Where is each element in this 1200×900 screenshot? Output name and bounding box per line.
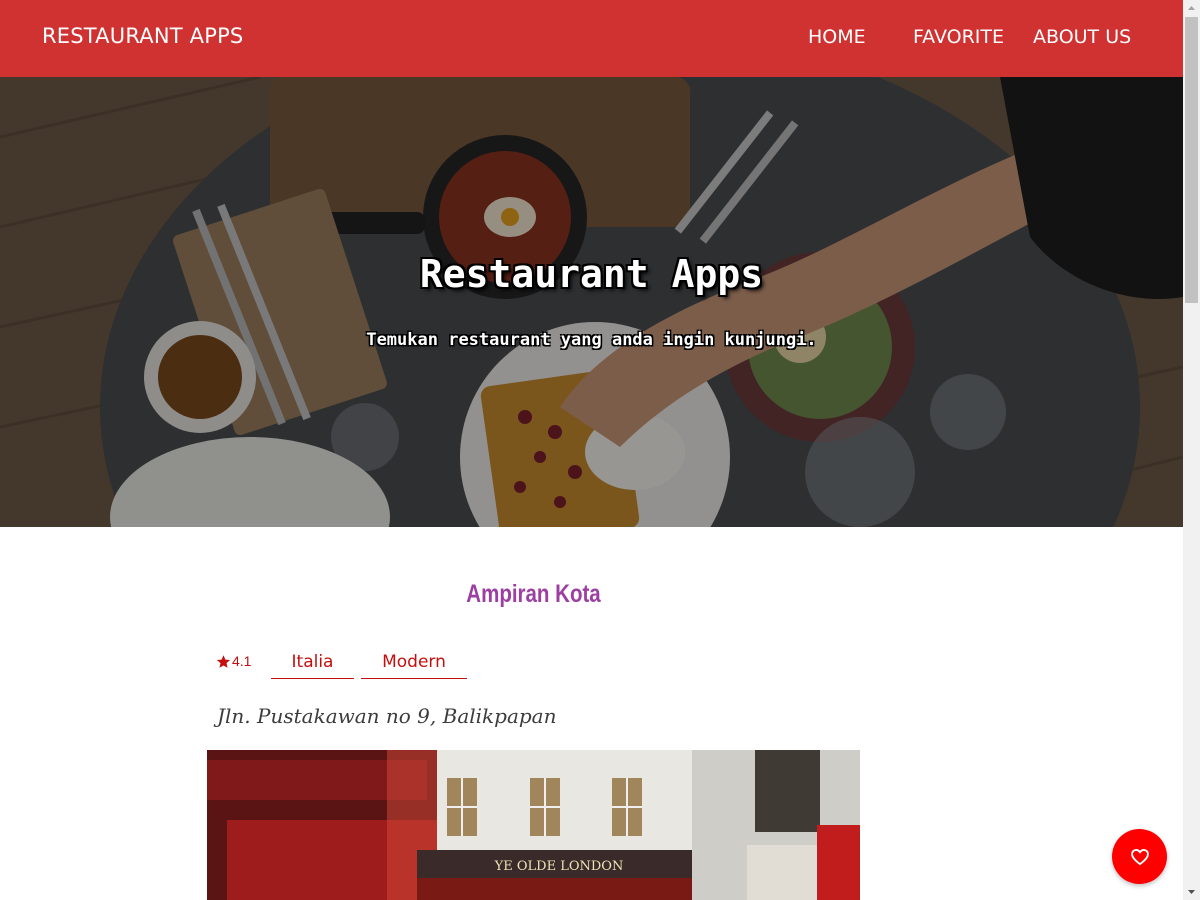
restaurant-address: Jln. Pustakawan no 9, Balikpapan bbox=[217, 704, 557, 728]
favorite-button[interactable] bbox=[1112, 829, 1167, 884]
restaurant-rating: 4.1 bbox=[216, 653, 251, 669]
hero-title: Restaurant Apps bbox=[419, 252, 764, 296]
scrollbar-thumb[interactable] bbox=[1185, 17, 1198, 303]
nav-link-favorite[interactable]: FAVORITE bbox=[913, 26, 1004, 48]
hero-banner: Restaurant Apps Temukan restaurant yang … bbox=[0, 77, 1183, 527]
nav-link-about-us[interactable]: ABOUT US bbox=[1033, 26, 1131, 48]
star-icon bbox=[216, 654, 231, 668]
nav-links: HOME FAVORITE ABOUT US bbox=[0, 26, 1183, 54]
scroll-down-arrow-icon[interactable] bbox=[1183, 883, 1200, 900]
restaurant-image: YE OLDE LONDON bbox=[207, 750, 860, 900]
category-tag[interactable]: Italia bbox=[271, 648, 354, 679]
hero-overlay bbox=[0, 77, 1183, 527]
hero-subtitle: Temukan restaurant yang anda ingin kunju… bbox=[366, 330, 817, 350]
scroll-up-arrow-icon[interactable] bbox=[1183, 0, 1200, 17]
scrollbar[interactable] bbox=[1183, 0, 1200, 900]
image-sign-text: YE OLDE LONDON bbox=[494, 859, 624, 874]
category-tag[interactable]: Modern bbox=[361, 648, 467, 679]
rating-value: 4.1 bbox=[232, 653, 252, 669]
restaurant-name: Ampiran Kota bbox=[466, 580, 601, 608]
navbar: RESTAURANT APPS HOME FAVORITE ABOUT US bbox=[0, 0, 1183, 77]
heart-outline-icon bbox=[1130, 848, 1149, 865]
nav-link-home[interactable]: HOME bbox=[808, 26, 866, 48]
